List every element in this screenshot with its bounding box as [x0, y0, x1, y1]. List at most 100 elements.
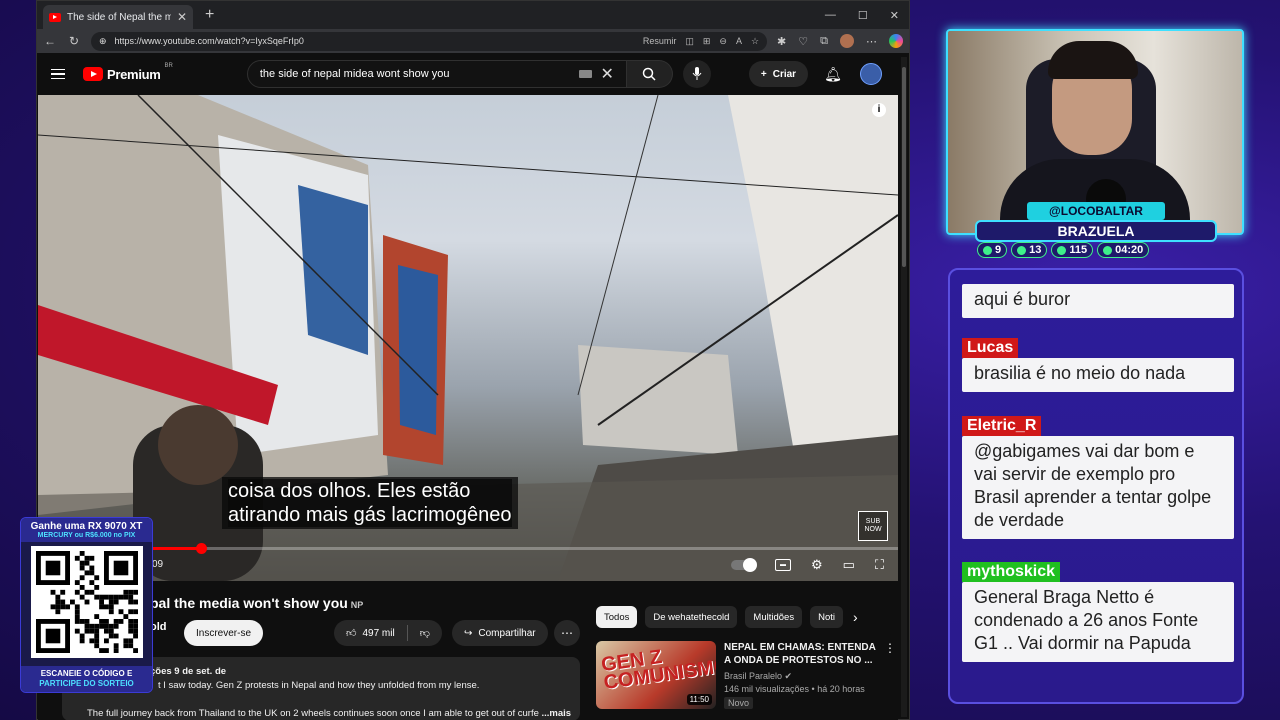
recommended-title[interactable]: NEPAL EM CHAMAS: ENTENDA A ONDA DE PROTE…: [724, 641, 876, 667]
subscribe-button[interactable]: Inscrever-se: [184, 620, 264, 646]
url-field[interactable]: ⊕ https://www.youtube.com/watch?v=IyxSqe…: [91, 31, 768, 51]
chat-username: mythoskick: [962, 562, 1061, 582]
chip-all[interactable]: Todos: [596, 606, 638, 628]
verified-icon: ✔: [784, 671, 793, 681]
promo-title: Ganhe uma RX 9070 XT: [30, 521, 143, 532]
chevron-right-icon[interactable]: ›: [853, 609, 858, 625]
search-button[interactable]: [626, 60, 673, 88]
streamer-nameplate: @LOCOBALTAR BRAZUELA 9 13 115 04:20: [975, 200, 1217, 262]
chat-message: Eletric_R @gabigames vai dar bom e vai s…: [962, 416, 1234, 539]
scrollbar-thumb[interactable]: [902, 67, 906, 267]
summarize-button[interactable]: Resumir: [643, 36, 677, 46]
new-badge: Novo: [724, 697, 754, 709]
url-text: https://www.youtube.com/watch?v=IyxSqeFr…: [114, 36, 304, 46]
subscribe-watermark[interactable]: SUB NOW: [858, 511, 888, 541]
new-tab-icon[interactable]: +: [205, 6, 214, 24]
extensions-icon[interactable]: ✱: [777, 35, 786, 48]
page-scrollbar[interactable]: [901, 57, 907, 717]
browser-window: The side of Nepal the media won ✕ + — ☐ …: [36, 0, 910, 720]
recommended-meta: 146 mil visualizações • há 20 horas: [724, 684, 865, 694]
show-more-link[interactable]: ...mais: [542, 708, 572, 719]
translate-icon[interactable]: A: [736, 36, 742, 46]
video-details: pal the media won't show you NP old Inscr…: [38, 581, 898, 720]
chip-news[interactable]: Noti: [810, 606, 843, 628]
browser-essentials-icon[interactable]: ♡: [798, 35, 808, 48]
description-line: t I saw today. Gen Z protests in Nepal a…: [158, 680, 480, 691]
theater-mode-icon[interactable]: ▭: [843, 557, 855, 573]
collections-icon[interactable]: ⧉: [820, 35, 828, 48]
stat-youtube: 13: [1011, 242, 1048, 258]
search-input[interactable]: the side of nepal midea wont show you ✕: [246, 60, 627, 88]
like-button[interactable]: 👍︎ 497 mil: [334, 627, 407, 640]
favorite-star-icon[interactable]: ☆: [751, 36, 759, 47]
youtube-play-icon: [83, 67, 103, 81]
info-icon[interactable]: i: [872, 103, 886, 117]
view-date-meta: ções 9 de set. de: [150, 666, 227, 677]
like-dislike-group: 👍︎ 497 mil 👎︎: [334, 620, 442, 646]
progress-bar[interactable]: [38, 543, 898, 554]
chat-username: Eletric_R: [962, 416, 1042, 436]
account-avatar[interactable]: [859, 63, 882, 85]
recommended-video[interactable]: GEN Z COMUNISMO! 11:50 NEPAL EM CHAMAS: …: [596, 641, 896, 709]
copilot-icon[interactable]: [889, 34, 903, 48]
recommended-thumbnail[interactable]: GEN Z COMUNISMO! 11:50: [596, 641, 716, 709]
stat-chat: 9: [977, 242, 1008, 258]
youtube-header: Premium BR the side of nepal midea wont …: [37, 53, 909, 95]
kick-icon: [1057, 245, 1067, 255]
site-info-icon[interactable]: ⊕: [99, 36, 107, 47]
profile-avatar[interactable]: [840, 34, 854, 48]
kebab-menu-icon[interactable]: ⋮: [884, 641, 896, 709]
notifications-bell-icon[interactable]: 🔔︎: [824, 66, 842, 83]
duration-badge: 11:50: [686, 694, 712, 705]
maximize-icon[interactable]: ☐: [858, 9, 868, 22]
apps-icon[interactable]: ⊞: [703, 36, 711, 47]
clear-search-icon[interactable]: ✕: [600, 64, 613, 84]
recommended-channel[interactable]: Brasil Paralelo ✔: [724, 671, 876, 682]
chip-crowds[interactable]: Multidões: [745, 606, 803, 628]
keyboard-icon[interactable]: [579, 70, 593, 78]
reload-icon[interactable]: ↻: [67, 34, 81, 48]
voice-search-button[interactable]: [682, 60, 711, 88]
stat-kick: 115: [1051, 242, 1094, 258]
browser-tab[interactable]: The side of Nepal the media won ✕: [43, 5, 193, 29]
back-icon[interactable]: ←: [43, 34, 57, 48]
captions-icon[interactable]: ▬: [774, 559, 791, 571]
fullscreen-icon[interactable]: ⛶: [875, 557, 884, 573]
description-line: The full journey back from Thailand to t…: [87, 708, 572, 719]
chat-panel: aqui é buror Lucas brasilia é no meio do…: [948, 268, 1244, 704]
zoom-icon[interactable]: ⊖: [719, 36, 727, 47]
read-aloud-icon[interactable]: ◫: [685, 36, 694, 47]
search-icon: [643, 67, 656, 81]
player-controls: ▬ ⚙ ▭ ⛶: [730, 557, 884, 573]
create-button[interactable]: + Criar: [748, 61, 809, 87]
clock-icon: [1103, 245, 1113, 255]
video-title: pal the media won't show you NP: [150, 595, 364, 611]
microphone-icon: [692, 67, 702, 80]
share-button[interactable]: ↪ Compartilhar: [452, 620, 548, 646]
dislike-button[interactable]: 👎︎: [408, 627, 442, 639]
video-player[interactable]: i coisa dos olhos. Eles estão atirando m…: [38, 95, 898, 581]
minimize-icon[interactable]: —: [825, 9, 836, 22]
close-window-icon[interactable]: ✕: [890, 9, 899, 22]
menu-dots-icon[interactable]: ⋯: [866, 35, 877, 48]
promo-footer: ESCANEIE O CÓDIGO E PARTICIPE DO SORTEIO: [21, 666, 152, 692]
qr-code: [30, 546, 143, 658]
time-display: 09: [152, 559, 164, 570]
chat-message: Lucas brasilia é no meio do nada: [962, 338, 1234, 392]
autoplay-toggle[interactable]: [730, 558, 757, 572]
menu-icon[interactable]: [51, 68, 65, 80]
chat-message: aqui é buror: [962, 284, 1234, 318]
streamer-handle: @LOCOBALTAR: [1027, 202, 1165, 220]
settings-gear-icon[interactable]: ⚙: [811, 557, 823, 573]
close-tab-icon[interactable]: ✕: [177, 10, 187, 24]
youtube-icon: [1017, 245, 1027, 255]
youtube-favicon-icon: [49, 12, 61, 22]
chip-channel[interactable]: De wehatethecold: [645, 606, 738, 628]
chat-icon: [983, 245, 992, 255]
youtube-logo[interactable]: Premium BR: [83, 63, 173, 82]
more-actions-icon[interactable]: ⋯: [554, 620, 580, 646]
tab-bar: The side of Nepal the media won ✕ + — ☐ …: [37, 1, 909, 29]
thumbs-down-icon: 👎︎: [419, 628, 430, 639]
video-subtitles: coisa dos olhos. Eles estão atirando mai…: [222, 477, 518, 529]
tab-title: The side of Nepal the media won: [67, 11, 171, 23]
